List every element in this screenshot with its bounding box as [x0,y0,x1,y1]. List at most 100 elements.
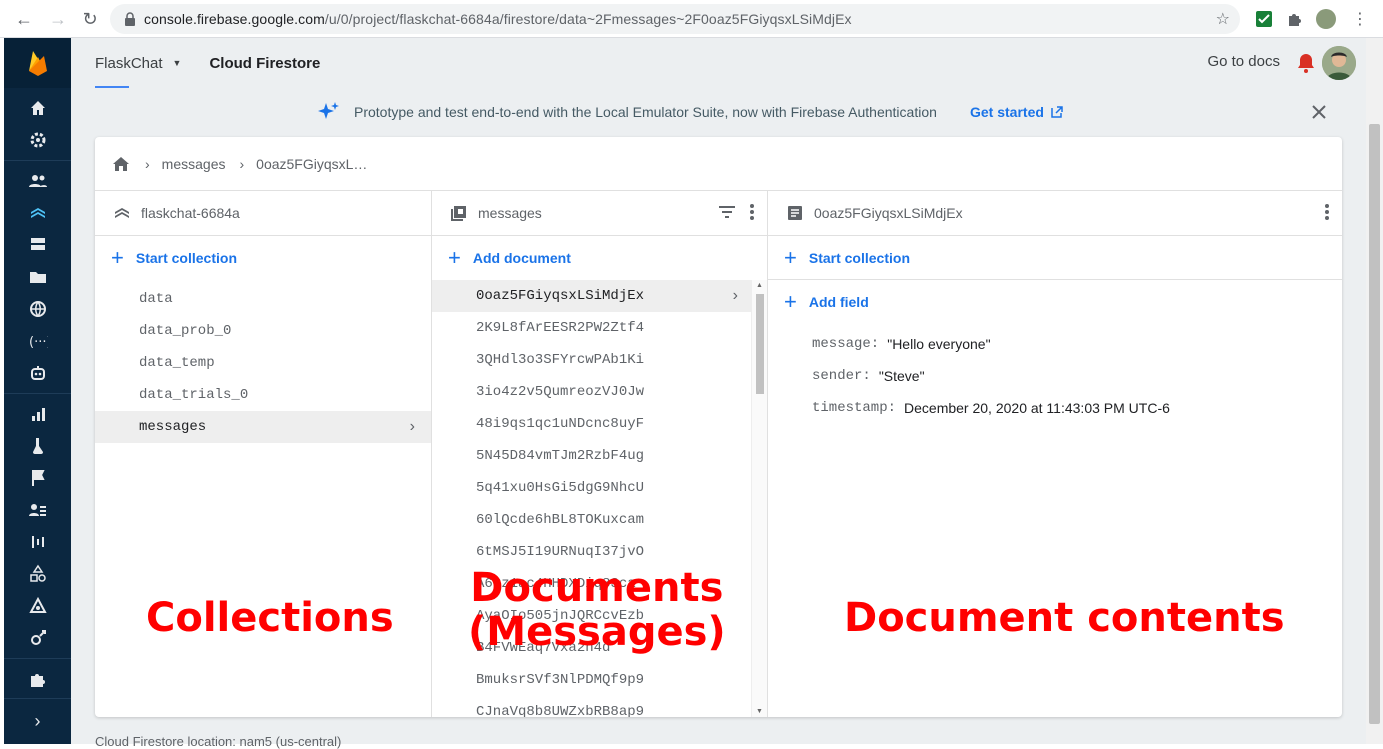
collection-item-selected[interactable]: messages › [95,411,431,443]
collection-name: data_prob_0 [139,323,232,339]
field-row[interactable]: timestamp: December 20, 2020 at 11:43:03… [812,392,1342,424]
collection-item[interactable]: data_prob_0 [95,315,431,347]
document-item[interactable]: 3QHdl3o3SFYrcwPAb1Ki [432,344,752,376]
reload-icon[interactable]: ↻ [76,5,104,33]
expand-rail-chevron-icon[interactable]: › [4,698,71,744]
document-item[interactable]: 5N45D84vmTJm2RzbF4ug [432,440,752,472]
document-item[interactable]: 5q41xu0HsGi5dgG9NhcU [432,472,752,504]
document-panel-header: 0oaz5FGiyqsxLSiMdjEx [768,191,1342,236]
field-row[interactable]: message: "Hello everyone" [812,328,1342,360]
document-item[interactable]: 60lQcde6hBL8TOKuxcam [432,504,752,536]
get-started-label: Get started [970,104,1044,120]
extensions-puzzle-icon[interactable] [1285,9,1305,29]
users-list-icon[interactable] [4,494,71,526]
authentication-icon[interactable] [4,165,71,197]
dynamic-links-icon[interactable] [4,622,71,654]
start-collection-button[interactable]: + Start collection [95,236,431,280]
storage-icon[interactable] [4,261,71,293]
realtime-database-icon[interactable] [4,229,71,261]
annotation-document-contents: Document contents [844,595,1285,641]
test-lab-icon[interactable] [4,430,71,462]
collection-item[interactable]: data [95,283,431,315]
extension-check-icon[interactable] [1254,9,1274,29]
document-id: CJnaVq8b8UWZxbRB8ap9 [476,704,645,717]
chevron-right-icon: › [409,418,415,435]
browser-menu-icon[interactable]: ⋮ [1350,9,1370,29]
forward-icon[interactable]: → [44,5,72,33]
notifications-bell-icon[interactable] [1296,52,1316,74]
start-subcollection-button[interactable]: + Start collection [768,236,1342,280]
document-title: 0oaz5FGiyqsxLSiMdjEx [814,205,963,221]
breadcrumb-document[interactable]: 0oaz5FGiyqsxL… [256,156,367,172]
scroll-up-arrow-icon[interactable]: ▲ [756,282,763,289]
document-item[interactable]: 6tMSJ5I19URNuqI37jvO [432,536,752,568]
firestore-location: Cloud Firestore location: nam5 (us-centr… [95,734,342,749]
add-field-button[interactable]: + Add field [768,280,1342,324]
add-document-button[interactable]: + Add document [432,236,767,280]
app-distribution-flag-icon[interactable] [4,462,71,494]
field-key: sender: [812,368,871,384]
breadcrumb-separator: › [145,155,150,172]
user-avatar[interactable] [1322,46,1356,80]
collection-list: data data_prob_0 data_temp data_trials_0… [95,280,431,443]
document-list-scrollbar[interactable]: ▲ ▼ [751,280,767,717]
document-item[interactable]: CJnaVq8b8UWZxbRB8ap9 [432,696,752,717]
hosting-icon[interactable] [4,293,71,325]
ab-testing-icon[interactable] [4,558,71,590]
field-row[interactable]: sender: "Steve" [812,360,1342,392]
ml-robot-icon[interactable] [4,357,71,389]
project-selector[interactable]: FlaskChat ▼ [95,55,181,72]
home-breadcrumb-icon[interactable] [111,154,131,174]
banner-message: Prototype and test end-to-end with the L… [354,104,937,120]
add-field-label: Add field [808,294,869,310]
more-vert-icon[interactable] [749,203,755,221]
profile-avatar[interactable] [1316,9,1336,29]
collection-name: data_temp [139,355,215,371]
settings-gear-icon[interactable] [4,124,71,156]
document-item[interactable]: 48i9qs1qc1uNDcnc8uyF [432,408,752,440]
emulator-banner: Prototype and test end-to-end with the L… [71,88,1366,136]
console-header: FlaskChat ▼ Cloud Firestore Go to docs [71,38,1366,88]
page-scrollbar[interactable] [1366,38,1383,744]
more-vert-icon[interactable] [1324,203,1330,221]
collection-item[interactable]: data_trials_0 [95,379,431,411]
documents-panel-header: messages [432,191,767,236]
back-icon[interactable]: ← [10,5,38,33]
annotation-documents-line2: (Messages) [468,609,726,655]
plus-icon: + [448,245,461,270]
document-id: 2K9L8fArEESR2PW2Ztf4 [476,320,645,336]
scroll-down-arrow-icon[interactable]: ▼ [756,708,763,715]
extensions-icon[interactable] [4,663,71,695]
sparkle-icon [318,102,339,119]
bookmark-star-icon[interactable]: ☆ [1216,9,1230,29]
annotation-documents-line1: Documents [470,565,724,611]
collection-title: messages [478,205,542,221]
chevron-right-icon: › [732,287,738,304]
home-icon[interactable] [4,92,71,124]
address-bar[interactable]: console.firebase.google.com/u/0/project/… [110,4,1240,34]
browser-toolbar: ← → ↻ console.firebase.google.com/u/0/pr… [0,0,1383,38]
filter-icon[interactable] [717,203,737,221]
functions-icon[interactable]: (···) [4,325,71,357]
start-subcollection-label: Start collection [808,249,910,266]
document-item[interactable]: BmuksrSVf3NlPDMQf9p9 [432,664,752,696]
scrollbar-thumb[interactable] [756,294,764,394]
document-item[interactable]: 2K9L8fArEESR2PW2Ztf4 [432,312,752,344]
collection-item[interactable]: data_temp [95,347,431,379]
predictions-icon[interactable] [4,526,71,558]
go-to-docs-link[interactable]: Go to docs [1207,53,1280,70]
document-id: 0oaz5FGiyqsxLSiMdjEx [476,288,645,304]
breadcrumb-collection[interactable]: messages [162,156,226,172]
crashlytics-icon[interactable] [4,398,71,430]
firestore-icon[interactable] [4,197,71,229]
project-name: FlaskChat [95,54,163,72]
close-banner-icon[interactable] [1308,101,1330,123]
document-item[interactable]: 3io4z2v5QumreozVJ0Jw [432,376,752,408]
document-item-selected[interactable]: 0oaz5FGiyqsxLSiMdjEx › [432,280,752,312]
firebase-logo-icon[interactable] [4,38,71,88]
remote-config-icon[interactable] [4,590,71,622]
page-scrollbar-thumb[interactable] [1369,124,1380,724]
collection-icon [451,206,466,221]
document-id: 48i9qs1qc1uNDcnc8uyF [476,416,645,432]
get-started-link[interactable]: Get started [970,104,1064,120]
